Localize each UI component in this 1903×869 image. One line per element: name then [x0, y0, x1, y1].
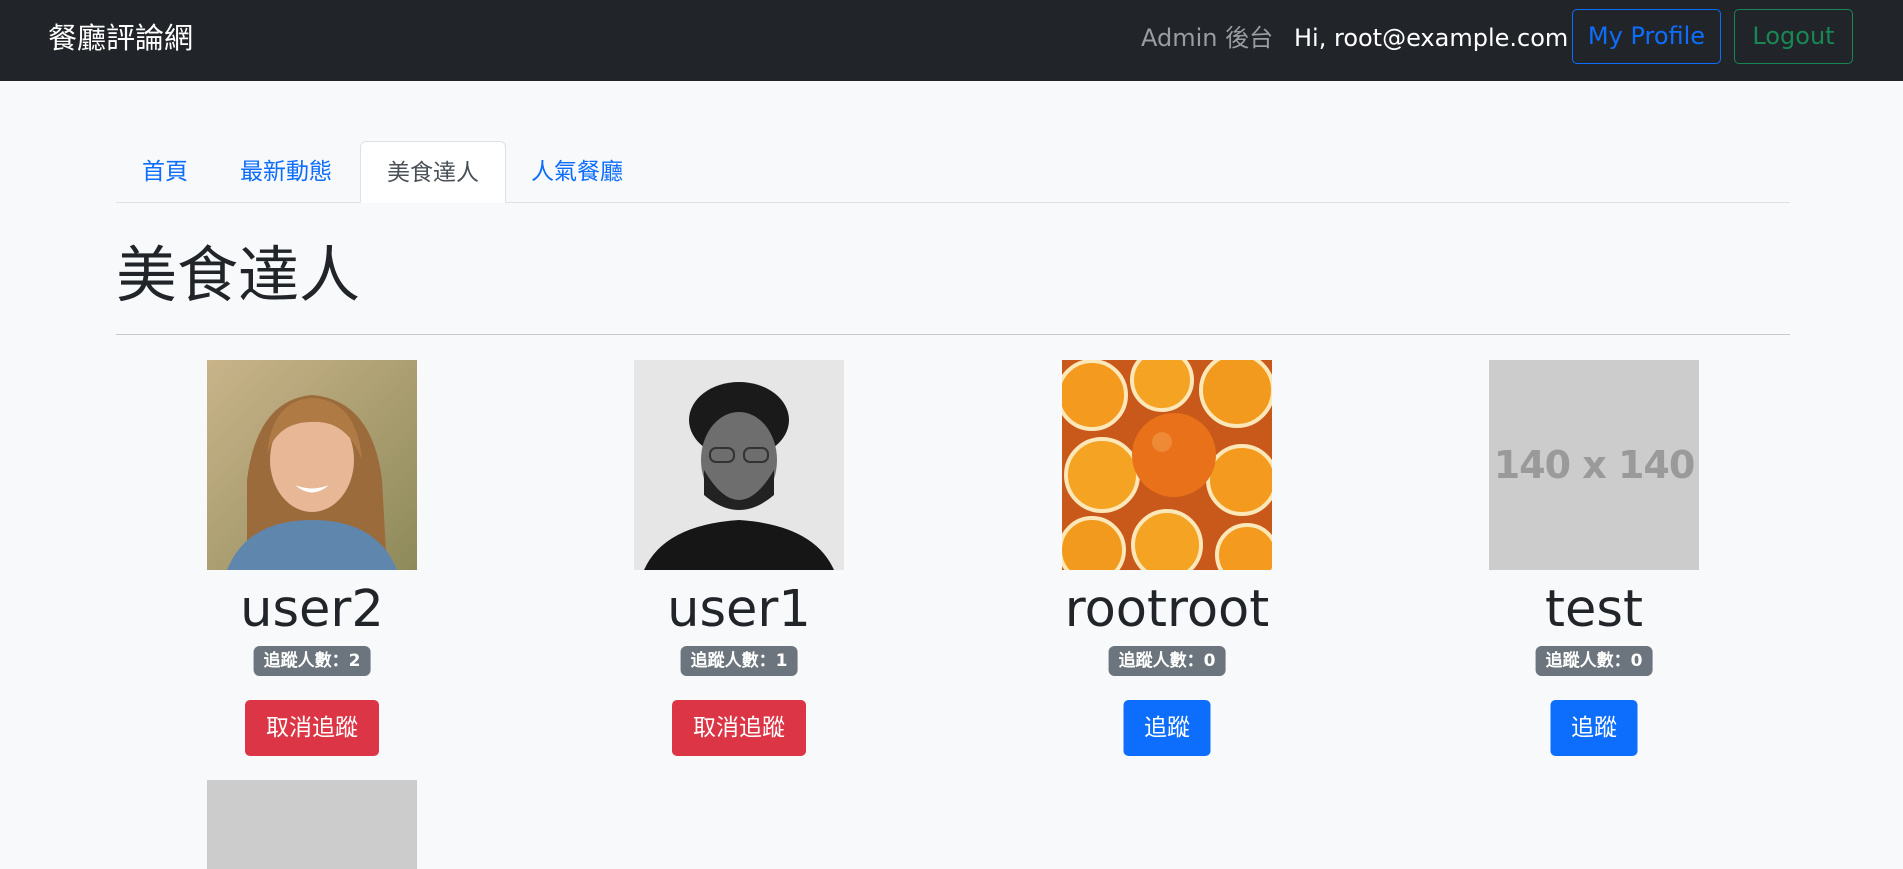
followers-badge: 追蹤人數：0 [1535, 646, 1653, 676]
tab-top-users[interactable]: 美食達人 [360, 141, 506, 203]
woman-photo-icon [207, 360, 417, 570]
followers-badge: 追蹤人數：2 [253, 646, 371, 676]
username[interactable]: rootroot [1002, 570, 1332, 650]
follow-button[interactable]: 追蹤 [1123, 700, 1211, 756]
brand-link[interactable]: 餐廳評論網 [48, 20, 193, 56]
oranges-photo-icon [1062, 360, 1272, 570]
user-avatar[interactable] [207, 780, 417, 869]
admin-link[interactable]: Admin 後台 [1141, 23, 1273, 53]
followers-badge: 追蹤人數：0 [1108, 646, 1226, 676]
follow-button[interactable]: 追蹤 [1550, 700, 1638, 756]
page-title: 美食達人 [116, 240, 361, 311]
username[interactable]: user2 [147, 570, 477, 650]
user-avatar[interactable] [207, 360, 417, 570]
man-photo-icon [634, 360, 844, 570]
user-avatar[interactable]: 140 x 140 [1489, 360, 1699, 570]
username[interactable]: user1 [574, 570, 904, 650]
tab-home[interactable]: 首頁 [142, 141, 188, 203]
user-avatar[interactable] [634, 360, 844, 570]
followers-badge: 追蹤人數：1 [680, 646, 798, 676]
unfollow-button[interactable]: 取消追蹤 [245, 700, 379, 756]
navbar: 餐廳評論網 Admin 後台 Hi, root@example.com My P… [0, 0, 1903, 81]
user-avatar[interactable] [1062, 360, 1272, 570]
title-divider [116, 334, 1790, 335]
tab-top-restaurants[interactable]: 人氣餐廳 [531, 141, 623, 203]
placeholder-text: 140 x 140 [1493, 443, 1696, 487]
my-profile-button[interactable]: My Profile [1572, 9, 1721, 64]
unfollow-button[interactable]: 取消追蹤 [672, 700, 806, 756]
user-greeting: Hi, root@example.com [1294, 24, 1569, 52]
logout-button[interactable]: Logout [1734, 9, 1853, 64]
tab-latest-feeds[interactable]: 最新動態 [240, 141, 332, 203]
username[interactable]: test [1429, 570, 1759, 650]
